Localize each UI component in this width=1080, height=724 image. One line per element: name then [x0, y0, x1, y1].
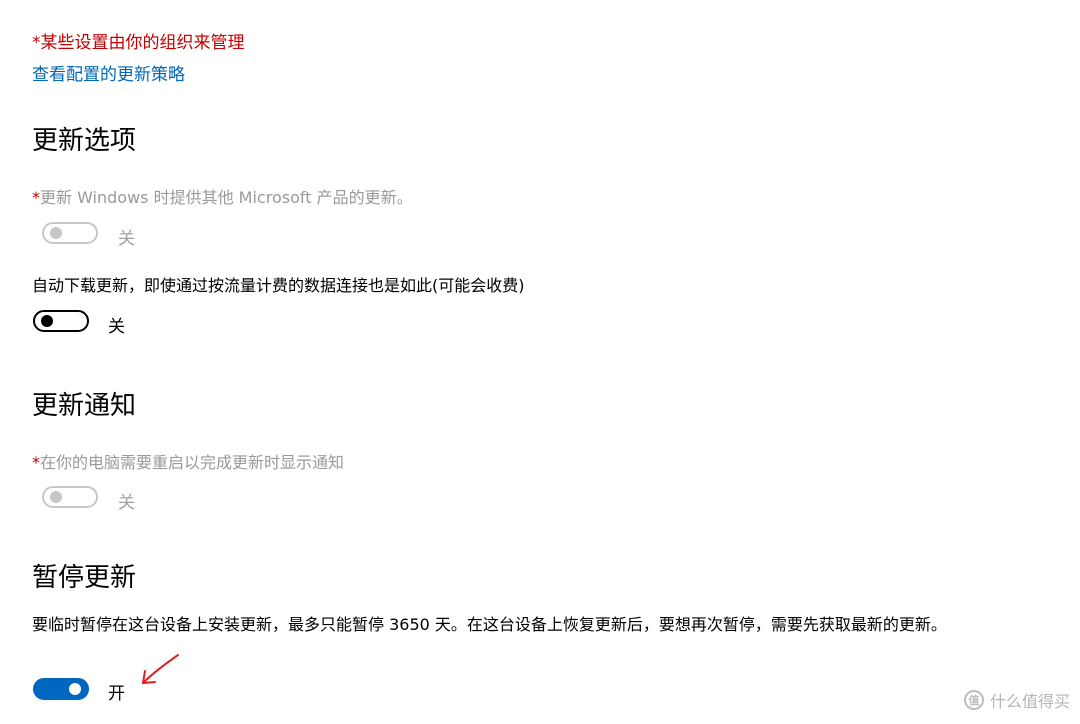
other-products-toggle[interactable] [42, 222, 98, 244]
metered-download-state-text: 关 [108, 317, 125, 337]
pause-updates-heading: 暂停更新 [32, 563, 137, 593]
red-arrow-annotation-icon [142, 654, 179, 684]
restart-notice-toggle[interactable] [42, 486, 98, 508]
managed-star: * [32, 453, 40, 472]
site-watermark: 值 什么值得买 [963, 688, 1070, 712]
pause-updates-description: 要临时暂停在这台设备上安装更新，最多只能暂停 3650 天。在这台设备上恢复更新… [32, 615, 947, 634]
watermark-text: 什么值得买 [989, 692, 1070, 711]
managed-by-org-note: *某些设置由你的组织来管理 [32, 33, 245, 53]
toggle-knob [50, 491, 62, 503]
other-products-label-text: 更新 Windows 时提供其他 Microsoft 产品的更新。 [40, 188, 413, 207]
windows-update-advanced-options: *某些设置由你的组织来管理 查看配置的更新策略 更新选项 *更新 Windows… [0, 0, 1080, 724]
metered-download-toggle[interactable] [33, 310, 89, 332]
toggle-knob [50, 227, 62, 239]
managed-star: * [32, 188, 40, 207]
pause-updates-state-text: 开 [108, 684, 125, 704]
view-update-policies-link[interactable]: 查看配置的更新策略 [32, 60, 185, 85]
metered-download-setting-label: 自动下载更新，即使通过按流量计费的数据连接也是如此(可能会收费) [32, 276, 525, 295]
other-products-state-text: 关 [118, 229, 135, 249]
toggle-knob [69, 683, 81, 695]
restart-notice-state-text: 关 [118, 493, 135, 513]
pause-updates-toggle[interactable] [33, 678, 89, 700]
restart-notice-label-text: 在你的电脑需要重启以完成更新时显示通知 [40, 453, 345, 472]
update-options-heading: 更新选项 [32, 126, 137, 156]
update-notifications-heading: 更新通知 [32, 391, 137, 421]
watermark-logo-icon: 值 [963, 690, 984, 710]
restart-notice-setting-label: *在你的电脑需要重启以完成更新时显示通知 [32, 449, 344, 473]
toggle-knob [41, 315, 53, 327]
other-products-setting-label: *更新 Windows 时提供其他 Microsoft 产品的更新。 [32, 184, 413, 208]
